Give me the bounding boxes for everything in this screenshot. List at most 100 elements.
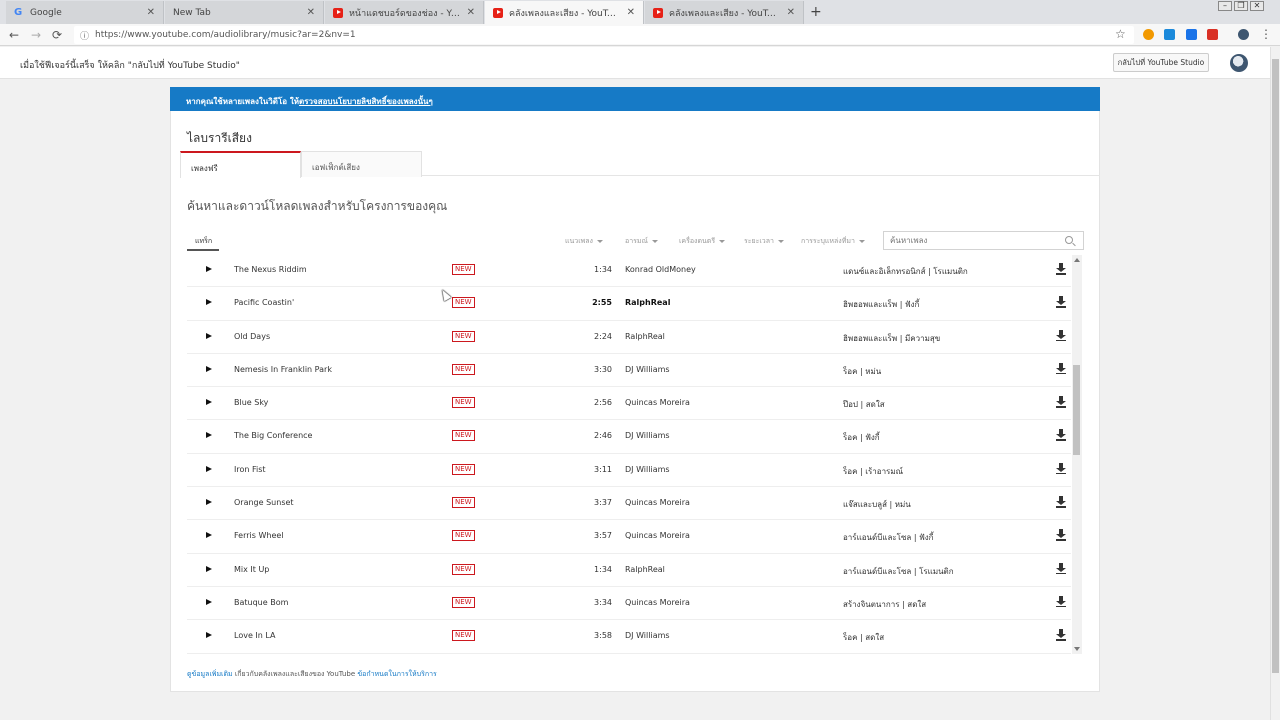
close-icon[interactable]: ✕ bbox=[147, 7, 155, 18]
extension-icon[interactable] bbox=[1143, 29, 1154, 40]
close-icon[interactable]: ✕ bbox=[787, 7, 795, 18]
play-icon[interactable] bbox=[206, 598, 212, 605]
download-icon[interactable] bbox=[1056, 595, 1066, 608]
download-icon[interactable] bbox=[1056, 329, 1066, 342]
download-icon[interactable] bbox=[1056, 629, 1066, 641]
search-input[interactable] bbox=[884, 232, 1054, 249]
play-icon[interactable] bbox=[206, 499, 212, 506]
minimize-icon[interactable]: – bbox=[1218, 1, 1232, 11]
restore-icon[interactable]: ❐ bbox=[1234, 1, 1248, 11]
table-row[interactable]: Blue Sky NEW 2:56 Quincas Moreira ป๊อป | สดใ… bbox=[187, 387, 1071, 421]
table-row[interactable]: Love In LA NEW 3:58 DJ Williams ร็อค | สดใส bbox=[187, 620, 1071, 654]
table-row[interactable]: Orange Sunset NEW 3:37 Quincas Moreira แจ๊สแ… bbox=[187, 487, 1071, 521]
play-icon[interactable] bbox=[206, 565, 212, 572]
bookmark-star-icon[interactable]: ☆ bbox=[1115, 27, 1126, 41]
track-artist: DJ Williams bbox=[625, 431, 670, 441]
tab-tracks[interactable]: แทร็ก bbox=[195, 236, 212, 247]
download-icon[interactable] bbox=[1056, 562, 1066, 575]
tab-title: New Tab bbox=[173, 7, 211, 18]
download-icon[interactable] bbox=[1056, 362, 1066, 375]
track-genre: อาร์แอนด์บีและโซล | ฟังกี้ bbox=[843, 533, 934, 543]
download-icon[interactable] bbox=[1056, 462, 1066, 475]
mood-filter-dropdown[interactable]: อารมณ์ bbox=[625, 236, 659, 247]
play-icon[interactable] bbox=[206, 399, 212, 406]
table-row[interactable]: Nemesis In Franklin Park NEW 3:30 DJ Willia… bbox=[187, 354, 1071, 388]
download-icon[interactable] bbox=[1056, 263, 1066, 275]
table-row[interactable]: The Nexus Riddim NEW 1:34 Konrad OldMoney แด… bbox=[187, 255, 1071, 288]
download-icon[interactable] bbox=[1056, 529, 1066, 541]
track-artist: RalphReal bbox=[625, 564, 665, 574]
play-icon[interactable] bbox=[206, 266, 212, 272]
close-icon[interactable]: ✕ bbox=[467, 7, 475, 18]
browser-tab-google[interactable]: G Google ✕ bbox=[6, 1, 164, 24]
learn-more-link[interactable]: ดูข้อมูลเพิ่มเติม bbox=[187, 670, 233, 678]
back-icon[interactable]: ← bbox=[9, 28, 19, 42]
page-scrollbar[interactable] bbox=[1270, 47, 1280, 720]
scroll-up-icon[interactable] bbox=[1074, 258, 1080, 262]
track-title: Blue Sky bbox=[234, 398, 269, 408]
new-badge: NEW bbox=[452, 463, 475, 475]
close-icon[interactable]: ✕ bbox=[307, 7, 315, 18]
window-close-icon[interactable]: ✕ bbox=[1250, 1, 1264, 11]
attribution-filter-dropdown[interactable]: การระบุแหล่งที่มา bbox=[801, 236, 865, 247]
extension-icon[interactable] bbox=[1207, 29, 1218, 40]
track-artist: DJ Williams bbox=[625, 464, 670, 474]
play-icon[interactable] bbox=[206, 632, 212, 639]
track-title: Love In LA bbox=[234, 631, 276, 641]
track-genre: แจ๊สและบลูส์ | หม่น bbox=[843, 500, 911, 510]
instrument-filter-dropdown[interactable]: เครื่องดนตรี bbox=[679, 236, 726, 247]
browser-tab-newtab[interactable]: New Tab ✕ bbox=[165, 1, 324, 24]
play-icon[interactable] bbox=[206, 532, 212, 539]
reload-icon[interactable]: ⟳ bbox=[52, 28, 62, 42]
track-list-scrollbar[interactable] bbox=[1072, 255, 1082, 654]
copyright-policy-link[interactable]: ตรวจสอบนโยบายลิขสิทธิ์ของเพลงนั้นๆ bbox=[299, 97, 433, 106]
table-row[interactable]: The Big Conference NEW 2:46 DJ Williams ร็อค… bbox=[187, 420, 1071, 454]
profile-icon[interactable] bbox=[1238, 29, 1249, 40]
play-icon[interactable] bbox=[206, 299, 212, 306]
download-icon[interactable] bbox=[1056, 296, 1066, 308]
track-artist: Quincas Moreira bbox=[625, 398, 690, 408]
youtube-icon bbox=[653, 7, 663, 18]
browser-tab-audio-library[interactable]: คลังเพลงและเสียง - YouTube ✕ bbox=[485, 1, 644, 24]
table-row[interactable]: Iron Fist NEW 3:11 DJ Williams ร็อค | เร้าอา… bbox=[187, 454, 1071, 488]
table-row[interactable]: Old Days NEW 2:24 RalphReal ฮิพฮอพและแร็พ | … bbox=[187, 321, 1071, 354]
terms-of-service-link[interactable]: ข้อกำหนดในการให้บริการ bbox=[357, 670, 436, 678]
track-duration: 3:58 bbox=[594, 631, 612, 641]
table-row[interactable]: Pacific Coastin' NEW 2:55 RalphReal ฮิพฮอพแล… bbox=[187, 287, 1071, 321]
extension-icon[interactable] bbox=[1186, 29, 1197, 40]
table-row[interactable]: Batuque Bom NEW 3:34 Quincas Moreira สร้างจิ… bbox=[187, 587, 1071, 621]
table-row[interactable]: Mix It Up NEW 1:34 RalphReal อาร์แอนด์บีและโ… bbox=[187, 554, 1071, 587]
extension-icon[interactable] bbox=[1164, 29, 1175, 40]
duration-filter-dropdown[interactable]: ระยะเวลา bbox=[744, 236, 784, 247]
browser-tab-audio-library-2[interactable]: คลังเพลงและเสียง - YouTube ✕ bbox=[645, 1, 804, 24]
tab-title: Google bbox=[30, 7, 62, 18]
avatar[interactable] bbox=[1230, 54, 1248, 72]
genre-filter-dropdown[interactable]: แนวเพลง bbox=[565, 236, 603, 247]
tab-sound-effects[interactable]: เอฟเฟ็กต์เสียง bbox=[301, 151, 422, 177]
download-icon[interactable] bbox=[1056, 496, 1066, 508]
new-tab-plus-icon[interactable]: + bbox=[810, 4, 822, 20]
tab-free-music[interactable]: เพลงฟรี bbox=[180, 151, 301, 178]
track-artist: Konrad OldMoney bbox=[625, 265, 696, 274]
play-icon[interactable] bbox=[206, 465, 212, 472]
menu-kebab-icon[interactable]: ⋮ bbox=[1260, 27, 1272, 41]
browser-tab-dashboard[interactable]: หน้าแดชบอร์ดของช่อง - YouTube St ✕ bbox=[325, 1, 484, 24]
search-icon[interactable] bbox=[1065, 236, 1073, 244]
scrollbar-thumb[interactable] bbox=[1272, 59, 1279, 673]
track-genre: ร็อค | เร้าอารมณ์ bbox=[843, 466, 904, 476]
play-icon[interactable] bbox=[206, 332, 212, 339]
close-icon[interactable]: ✕ bbox=[627, 7, 635, 18]
back-to-studio-button[interactable]: กลับไปที่ YouTube Studio bbox=[1113, 53, 1209, 72]
track-artist: DJ Williams bbox=[625, 631, 670, 641]
play-icon[interactable] bbox=[206, 432, 212, 439]
scrollbar-thumb[interactable] bbox=[1073, 365, 1080, 455]
table-row[interactable]: Ferris Wheel NEW 3:57 Quincas Moreira อาร์แอ… bbox=[187, 520, 1071, 554]
play-icon[interactable] bbox=[206, 365, 212, 372]
download-icon[interactable] bbox=[1056, 429, 1066, 441]
download-icon[interactable] bbox=[1056, 396, 1066, 408]
dropdown-label: การระบุแหล่งที่มา bbox=[801, 237, 855, 245]
library-tabs: เพลงฟรี เอฟเฟ็กต์เสียง bbox=[180, 151, 1100, 178]
url-field[interactable]: ⓘ https://www.youtube.com/audiolibrary/m… bbox=[74, 26, 1134, 44]
forward-icon[interactable]: → bbox=[31, 28, 41, 42]
scroll-down-icon[interactable] bbox=[1074, 647, 1080, 651]
